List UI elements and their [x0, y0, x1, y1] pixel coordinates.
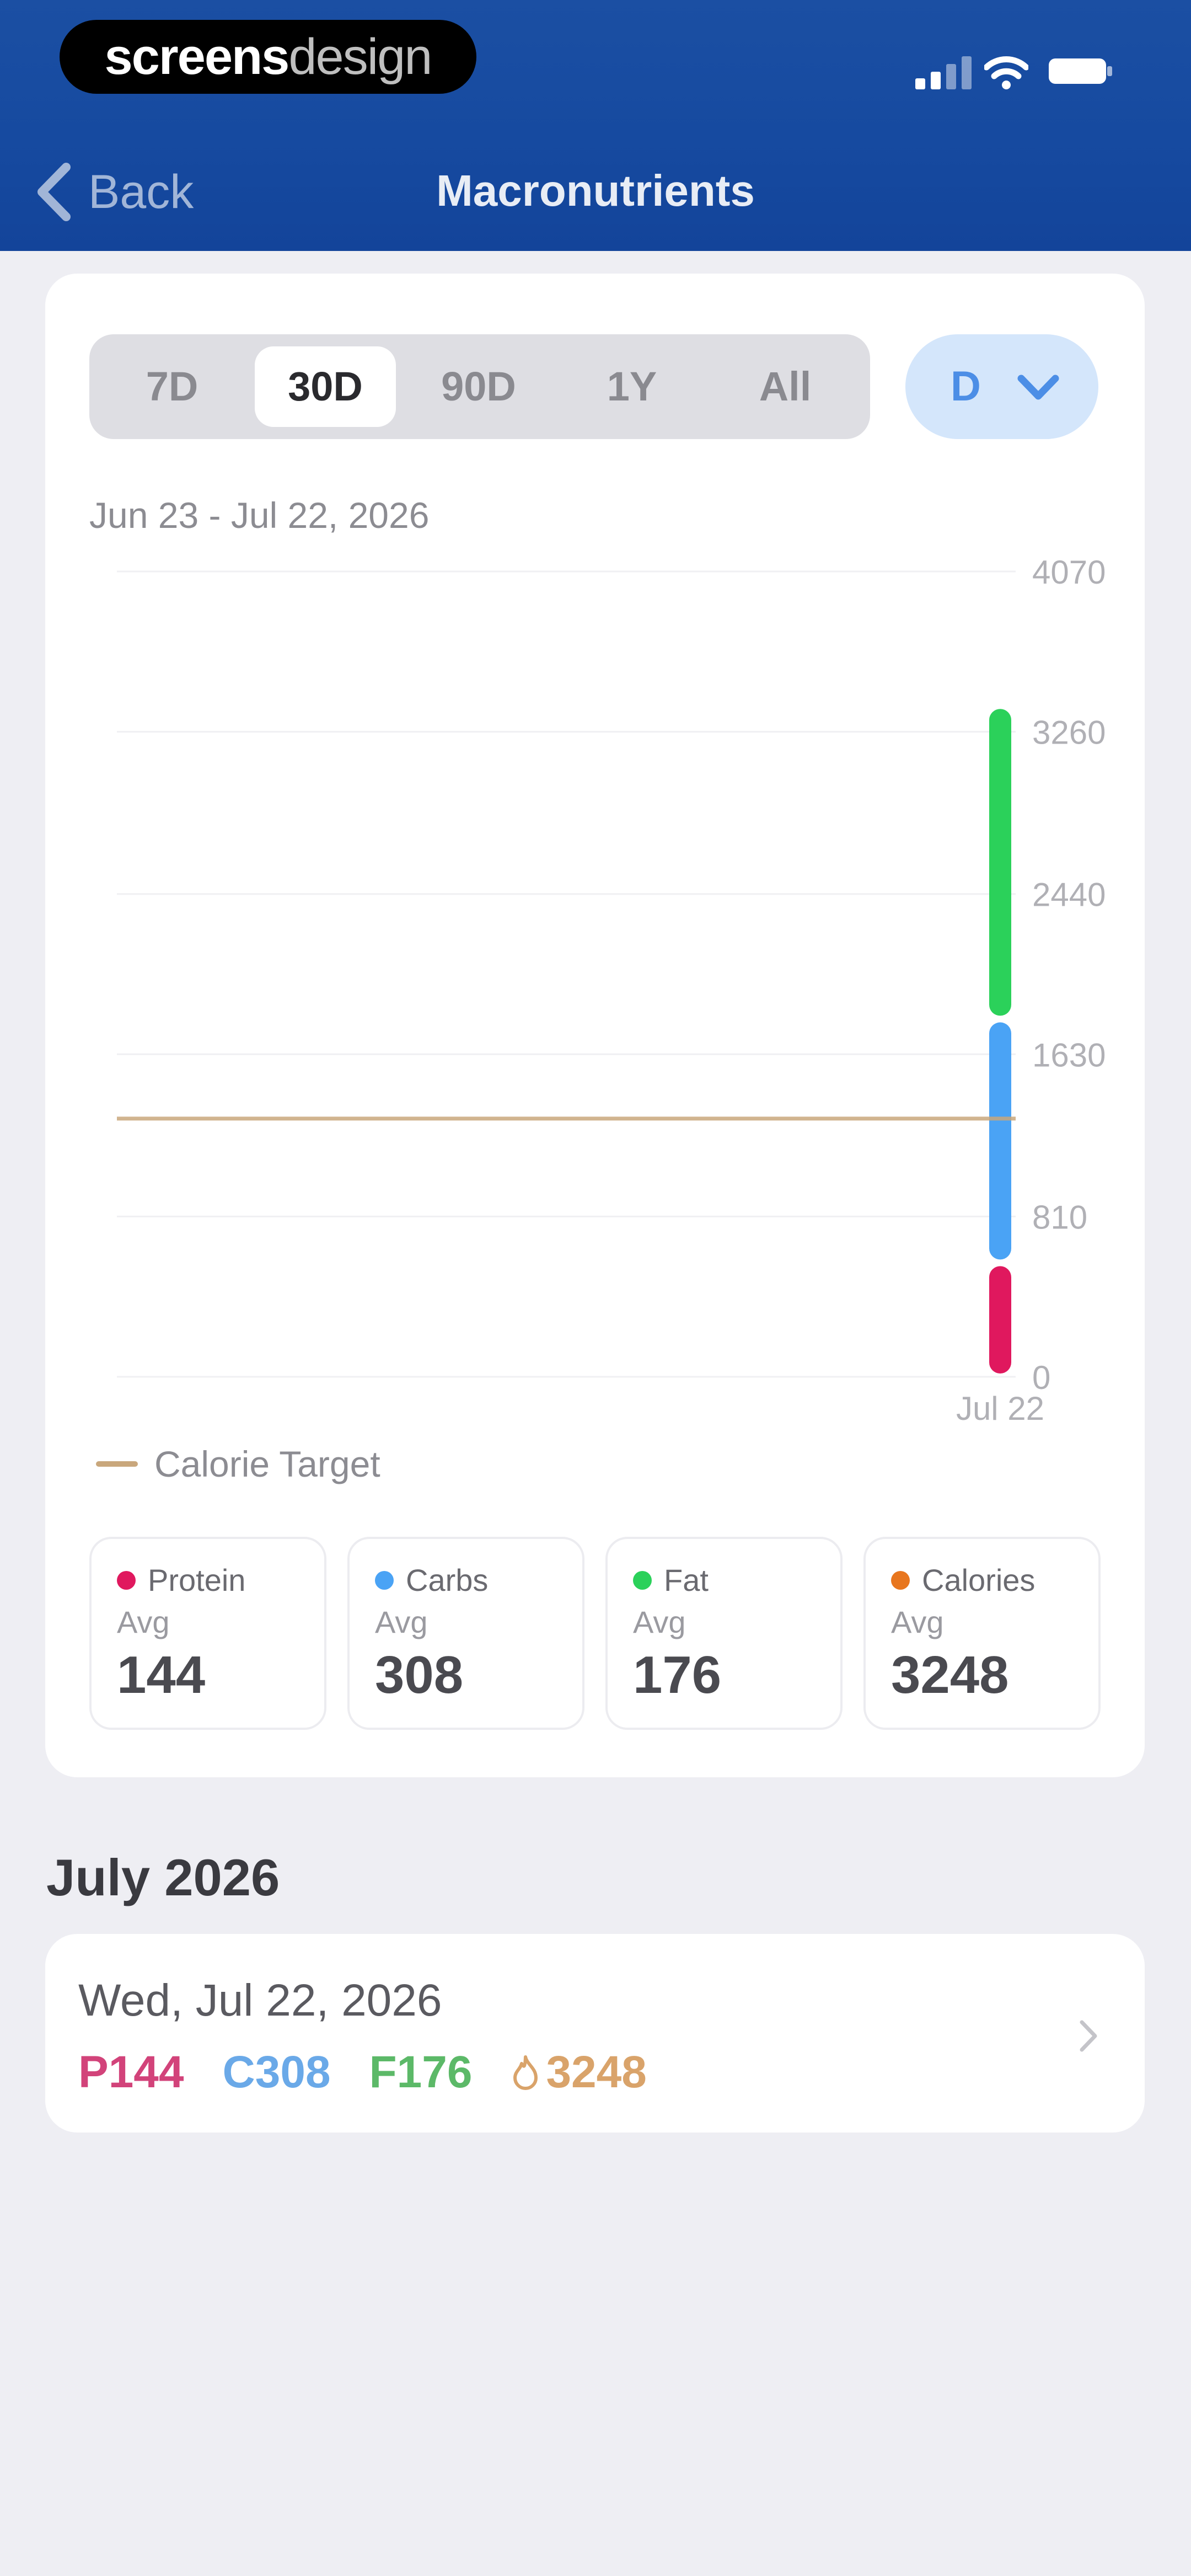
protein-dot — [117, 1570, 136, 1590]
legend-target-swatch — [96, 1461, 138, 1467]
stat-name-carbs: Carbs — [406, 1563, 489, 1597]
stat-avg-label: Avg — [891, 1605, 944, 1639]
status-icons — [893, 51, 1114, 89]
screensdesign-watermark: screensdesign — [60, 20, 476, 94]
chart-legend: Calorie Target — [96, 1443, 380, 1485]
y-tick-label: 4070 — [1032, 554, 1106, 591]
watermark-bold: screens — [104, 29, 290, 85]
stat-name-calories: Calories — [922, 1563, 1036, 1597]
day-entry-macros: P144 C308 F176 3248 — [78, 2046, 685, 2098]
fat-dot — [633, 1570, 652, 1590]
stat-card-carbs: Carbs Avg 308 — [347, 1537, 584, 1730]
stat-value-protein: 144 — [117, 1645, 206, 1704]
day-entry-date: Wed, Jul 22, 2026 — [78, 1975, 442, 2025]
y-tick-label: 1630 — [1032, 1036, 1106, 1073]
carbs-dot — [375, 1570, 394, 1590]
flame-icon — [513, 2055, 538, 2090]
signal-icon — [915, 56, 972, 89]
stat-card-protein: Protein Avg 144 — [89, 1537, 326, 1730]
month-header: July 2026 — [46, 1848, 280, 1906]
chevron-right-icon — [1080, 2020, 1097, 2052]
calories-dot — [891, 1570, 910, 1590]
day-protein: P144 — [78, 2047, 184, 2097]
wifi-icon — [984, 56, 1028, 89]
battery-icon — [1049, 58, 1112, 84]
y-tick-label: 2440 — [1032, 877, 1106, 913]
stat-avg-label: Avg — [117, 1605, 170, 1639]
stat-avg-label: Avg — [375, 1605, 428, 1639]
y-tick-label: 810 — [1032, 1199, 1087, 1236]
day-entry-row[interactable]: Wed, Jul 22, 2026 P144 C308 F176 3248 — [45, 1934, 1145, 2133]
stat-name-fat: Fat — [664, 1563, 709, 1597]
stat-value-calories: 3248 — [891, 1645, 1009, 1704]
y-tick-label: 3260 — [1032, 714, 1106, 751]
stat-card-calories: Calories Avg 3248 — [863, 1537, 1101, 1730]
bar-segment-protein — [989, 1266, 1011, 1373]
stat-value-fat: 176 — [633, 1645, 722, 1704]
day-calories: 3248 — [546, 2047, 647, 2097]
stat-card-fat: Fat Avg 176 — [605, 1537, 843, 1730]
stat-avg-label: Avg — [633, 1605, 686, 1639]
x-tick-label: Jul 22 — [956, 1390, 1044, 1427]
day-carbs: C308 — [222, 2047, 331, 2097]
page-title: Macronutrients — [436, 166, 755, 215]
bar-segment-fat — [989, 709, 1011, 1016]
stat-name-protein: Protein — [148, 1563, 246, 1597]
watermark-light: design — [288, 29, 432, 85]
stat-value-carbs: 308 — [375, 1645, 464, 1704]
header-bar: screensdesign Back Macronutrients — [0, 0, 1191, 251]
chart-card: 7D 30D 90D 1Y All D Jun 23 - Jul 22, 202… — [45, 274, 1145, 1777]
day-fat: F176 — [369, 2047, 473, 2097]
legend-target-label: Calorie Target — [154, 1444, 380, 1484]
bar-segment-carbos — [989, 1022, 1011, 1260]
